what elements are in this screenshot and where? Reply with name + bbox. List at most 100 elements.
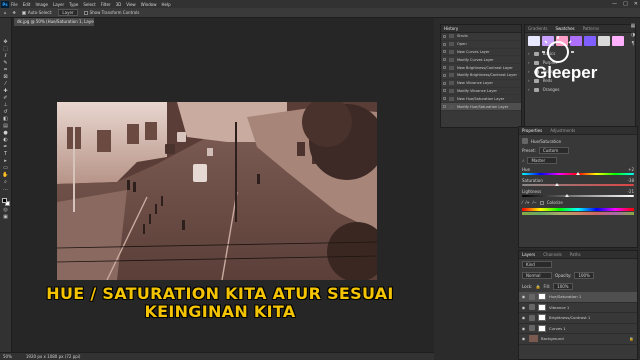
colorize-checkbox[interactable] xyxy=(539,200,544,205)
tab-properties[interactable]: Properties xyxy=(522,128,542,133)
layer-name[interactable]: Curves 1 xyxy=(549,326,566,331)
quick-select-tool-icon[interactable]: ✎ xyxy=(2,61,9,66)
menu-view[interactable]: View xyxy=(126,2,136,7)
minimize-button[interactable]: — xyxy=(612,1,617,7)
history-brush-source-box[interactable] xyxy=(443,66,446,70)
lightness-slider-thumb[interactable] xyxy=(564,194,569,197)
auto-select-target-dropdown[interactable]: Layer xyxy=(58,9,78,16)
history-brush-source-box[interactable] xyxy=(443,89,446,93)
adjustments-icon[interactable]: ◑ xyxy=(631,33,636,38)
history-item[interactable]: New Curves Layer xyxy=(441,49,521,57)
layer-name[interactable]: Background xyxy=(541,336,564,341)
tab-patterns[interactable]: Patterns xyxy=(583,26,599,31)
layer-name[interactable]: Vibrance 1 xyxy=(549,305,569,310)
history-item[interactable]: Modify Curves Layer xyxy=(441,56,521,65)
clone-stamp-tool-icon[interactable]: ⊥ xyxy=(2,103,9,108)
tab-history[interactable]: History xyxy=(444,26,458,31)
screen-mode-icon[interactable]: ▣ xyxy=(2,215,9,220)
eyedropper-minus-icon[interactable]: ⁄− xyxy=(533,200,537,205)
menu-help[interactable]: Help xyxy=(161,2,170,7)
document-info[interactable]: 1920 px x 1080 px (72 ppi) xyxy=(26,354,81,359)
history-brush-source-box[interactable] xyxy=(443,105,446,109)
layer-row[interactable]: ◉ Hue/Saturation 1 xyxy=(519,292,637,303)
menu-layer[interactable]: Layer xyxy=(53,2,64,7)
menu-type[interactable]: Type xyxy=(69,2,78,7)
more-tools-icon[interactable]: … xyxy=(2,187,9,192)
visibility-eye-icon[interactable]: ◉ xyxy=(521,336,526,341)
targeted-adjustment-icon[interactable]: ☝ xyxy=(522,158,524,163)
tab-swatches[interactable]: Swatches xyxy=(556,26,575,31)
menu-filter[interactable]: Filter xyxy=(101,2,111,7)
history-brush-source-box[interactable] xyxy=(443,58,446,62)
hue-value[interactable]: +2 xyxy=(628,167,634,172)
document-canvas-image[interactable] xyxy=(57,102,377,280)
paragraph-icon[interactable]: ¶ xyxy=(631,42,636,47)
visibility-eye-icon[interactable]: ◉ xyxy=(521,326,526,331)
visibility-eye-icon[interactable]: ◉ xyxy=(521,305,526,310)
history-brush-source-box[interactable] xyxy=(443,42,446,46)
history-item[interactable]: New Brightness/Contrast Layer xyxy=(441,64,521,72)
layer-row[interactable]: ◉ Vibrance 1 xyxy=(519,303,637,313)
history-item[interactable]: Modify Hue/Saturation Layer xyxy=(441,103,521,111)
saturation-value[interactable]: -38 xyxy=(627,178,634,183)
brush-tool-icon[interactable]: ✐ xyxy=(2,96,9,101)
hue-slider-thumb[interactable] xyxy=(576,172,580,175)
move-tool-icon[interactable]: ✥ xyxy=(2,40,9,45)
history-brush-source-box[interactable] xyxy=(443,34,446,38)
history-item[interactable]: Modify Brightness/Contrast Layer xyxy=(441,72,521,80)
crop-tool-icon[interactable]: ⌗ xyxy=(2,68,9,73)
tab-paths[interactable]: Paths xyxy=(570,252,581,257)
history-brush-source-box[interactable] xyxy=(443,50,446,54)
channel-dropdown[interactable]: Master xyxy=(527,157,558,164)
marquee-tool-icon[interactable]: ⬚ xyxy=(2,47,9,52)
eraser-tool-icon[interactable]: ◧ xyxy=(2,117,9,122)
lightness-slider[interactable] xyxy=(522,194,634,197)
adjustment-layer-icon[interactable] xyxy=(529,314,535,321)
layer-name[interactable]: Hue/Saturation 1 xyxy=(549,294,581,299)
path-select-tool-icon[interactable]: ▸ xyxy=(2,159,9,164)
history-item[interactable]: Open xyxy=(441,41,521,49)
move-tool-icon[interactable]: ✥ xyxy=(13,10,16,15)
menu-image[interactable]: Image xyxy=(35,2,48,7)
show-transform-option[interactable]: Show Transform Controls xyxy=(83,10,139,15)
lasso-tool-icon[interactable]: ℓ xyxy=(2,54,9,59)
layer-row[interactable]: ◉ Background 🔒 xyxy=(519,334,637,345)
show-transform-checkbox[interactable] xyxy=(83,10,88,15)
zoom-level[interactable]: 50% xyxy=(3,354,12,359)
tab-gradients[interactable]: Gradients xyxy=(528,26,548,31)
history-brush-source-box[interactable] xyxy=(443,73,446,77)
gradient-tool-icon[interactable]: ▤ xyxy=(2,124,9,129)
layer-filter-kind[interactable]: Kind xyxy=(522,261,552,268)
layer-row[interactable]: ◉ Brightness/Contrast 1 xyxy=(519,313,637,324)
color-swatches[interactable] xyxy=(1,198,10,206)
dodge-tool-icon[interactable]: ◐ xyxy=(2,138,9,143)
lock-icon[interactable]: 🔒 xyxy=(629,336,634,341)
tab-adjustments[interactable]: Adjustments xyxy=(550,128,575,133)
adjustment-layer-icon[interactable] xyxy=(529,304,535,311)
pen-tool-icon[interactable]: ✒ xyxy=(2,145,9,150)
blend-mode-dropdown[interactable]: Normal xyxy=(522,272,552,279)
quick-mask-icon[interactable]: ◎ xyxy=(2,208,9,213)
layer-mask-thumbnail[interactable] xyxy=(538,293,546,301)
menu-select[interactable]: Select xyxy=(83,2,95,7)
hand-tool-icon[interactable]: ✋ xyxy=(2,173,9,178)
opacity-input[interactable]: 100% xyxy=(574,272,594,279)
auto-select-option[interactable]: Auto-Select: xyxy=(21,10,52,15)
lock-icon[interactable]: 🔒 xyxy=(535,284,540,289)
menu-3d[interactable]: 3D xyxy=(116,2,122,7)
document-tab[interactable]: dk.jpg @ 50% (Hue/Saturation 1, Layer Ma… xyxy=(14,18,94,26)
adjustment-layer-icon[interactable] xyxy=(529,293,535,300)
layer-mask-thumbnail[interactable] xyxy=(538,314,546,322)
auto-select-target[interactable]: Layer xyxy=(58,9,78,16)
layer-mask-thumbnail[interactable] xyxy=(538,303,546,311)
history-item[interactable]: New Hue/Saturation Layer xyxy=(441,95,521,104)
hue-slider[interactable] xyxy=(522,172,634,175)
history-brush-tool-icon[interactable]: ↺ xyxy=(2,110,9,115)
history-brush-source-box[interactable] xyxy=(443,97,446,101)
eyedropper-icon[interactable]: ⁄ xyxy=(522,200,523,205)
home-icon[interactable]: ⌂ xyxy=(4,10,7,15)
eyedropper-plus-icon[interactable]: ⁄+ xyxy=(526,200,530,205)
history-item[interactable]: Modify Vibrance Layer xyxy=(441,88,521,96)
auto-select-checkbox[interactable] xyxy=(21,10,26,15)
menu-file[interactable]: File xyxy=(11,2,18,7)
